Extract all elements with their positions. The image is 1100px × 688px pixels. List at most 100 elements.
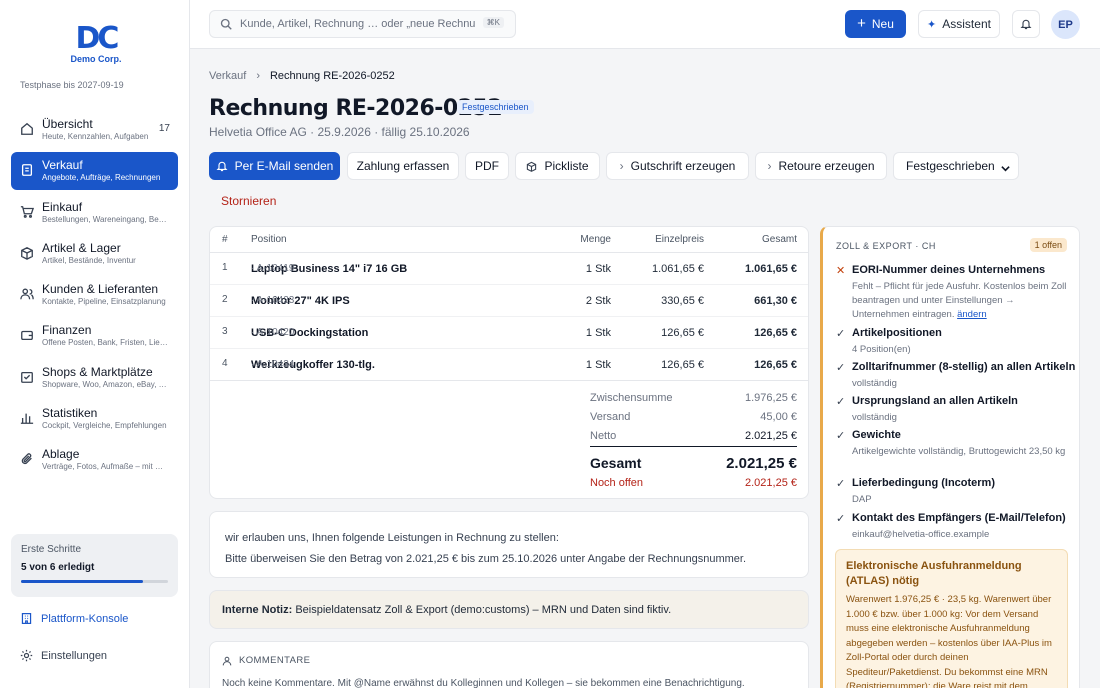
- search-input[interactable]: Kunde, Artikel, Rechnung … oder „neue Re…: [209, 10, 516, 38]
- sidebar-item-sub: Cockpit, Vergleiche, Empfehlungen: [42, 421, 167, 431]
- shipping-value: 45,00 €: [760, 411, 797, 423]
- steps-progress-fill: [21, 580, 143, 583]
- row-qty: 1 Stk: [585, 359, 611, 371]
- chevron-right-icon: ›: [256, 70, 260, 82]
- open-line: Noch offen 2.021,25 €: [590, 477, 797, 489]
- credit-note-button[interactable]: › Gutschrift erzeugen: [606, 152, 749, 180]
- store-icon: [21, 371, 33, 383]
- breadcrumb-parent[interactable]: Verkauf: [209, 70, 246, 82]
- send-email-button[interactable]: Per E-Mail senden: [209, 152, 340, 180]
- users-icon: [20, 288, 34, 300]
- cart-icon: [20, 205, 34, 218]
- sparkle-icon: ✦: [927, 18, 937, 31]
- notifications-button[interactable]: [1012, 10, 1040, 38]
- steps-progress-text: 5 von 6 erledigt: [21, 562, 95, 573]
- check-title: Kontakt des Empfängers (E-Mail/Telefon): [852, 512, 1066, 524]
- onboarding-steps[interactable]: Erste Schritte 5 von 6 erledigt: [11, 534, 178, 597]
- row-qty: 1 Stk: [585, 327, 611, 339]
- sidebar-item-label: Übersicht: [42, 117, 93, 131]
- check-icon: ✓: [836, 478, 846, 490]
- row-num: 1: [222, 262, 228, 273]
- new-button[interactable]: + Neu: [845, 10, 906, 38]
- shipping-line: Versand 45,00 €: [590, 411, 797, 423]
- sidebar-item-statistiken[interactable]: Statistiken Cockpit, Vergleiche, Empfehl…: [11, 400, 178, 438]
- sidebar-item-sub: Offene Posten, Bank, Fristen, Lieferante…: [42, 338, 168, 348]
- row-total: 1.061,65 €: [745, 263, 797, 275]
- comments-title: KOMMENTARE: [239, 655, 311, 666]
- sidebar-item-artikel-lager[interactable]: Artikel & Lager Artikel, Bestände, Inven…: [11, 235, 178, 273]
- settings-link[interactable]: Einstellungen: [20, 649, 107, 662]
- bell-icon: [216, 161, 228, 172]
- steps-progress-bar: [21, 580, 168, 583]
- check-desc: vollständig: [852, 412, 897, 423]
- trial-notice: Testphase bis 2027-09-19: [20, 80, 124, 90]
- company-logo[interactable]: DC Demo Corp.: [70, 21, 122, 65]
- count-badge: 17: [158, 123, 170, 134]
- assistant-button[interactable]: ✦ Assistent: [918, 10, 1000, 38]
- sidebar-item-ablage[interactable]: Ablage Verträge, Fotos, Aufmaße – mit Su…: [11, 441, 178, 479]
- sidebar-item-shops[interactable]: Shops & Marktplätze Shopware, Woo, Amazo…: [11, 359, 178, 397]
- box-icon: [527, 161, 537, 172]
- user-icon: [222, 656, 232, 665]
- breadcrumb: Verkauf › Rechnung RE-2026-0252: [209, 70, 395, 82]
- row-sku: · A-10420: [251, 327, 295, 338]
- new-button-label: Neu: [871, 17, 894, 31]
- check-desc: DAP: [852, 494, 872, 505]
- return-button[interactable]: › Retoure erzeugen: [755, 152, 887, 180]
- table-header: # Position Menge Einzelpreis Gesamt: [210, 227, 808, 253]
- sidebar-nav: Übersicht Heute, Kennzahlen, Aufgaben 17…: [11, 111, 178, 483]
- status-select[interactable]: Festgeschrieben: [893, 152, 1019, 180]
- table-row[interactable]: 2 Monitor 27" 4K IPS · A-10423 2 Stk 330…: [210, 285, 808, 317]
- sidebar-item-uebersicht[interactable]: Übersicht Heute, Kennzahlen, Aufgaben 17: [11, 111, 178, 149]
- return-label: Retoure erzeugen: [778, 159, 875, 173]
- check-icon: ✓: [836, 396, 846, 408]
- shipping-label: Versand: [590, 411, 631, 423]
- paperclip-icon: [21, 453, 32, 465]
- topbar: Kunde, Artikel, Rechnung … oder „neue Re…: [190, 0, 1100, 49]
- row-num: 2: [222, 294, 228, 305]
- record-payment-button[interactable]: Zahlung erfassen: [347, 152, 459, 180]
- sidebar-item-kunden[interactable]: Kunden & Lieferanten Kontakte, Pipeline,…: [11, 276, 178, 314]
- logo-mark: DC: [75, 21, 120, 56]
- table-row[interactable]: 4 Werkzeugkoffer 130-tlg. · A-10434 1 St…: [210, 349, 808, 381]
- cancel-invoice-link[interactable]: Stornieren: [221, 194, 276, 208]
- table-row[interactable]: 3 USB-C Dockingstation · A-10420 1 Stk 1…: [210, 317, 808, 349]
- send-email-label: Per E-Mail senden: [234, 159, 334, 173]
- row-num: 4: [222, 358, 228, 369]
- check-desc: vollständig: [852, 378, 897, 389]
- plus-icon: +: [857, 15, 866, 32]
- col-qty: Menge: [580, 234, 611, 245]
- check-desc: Artikelgewichte vollständig, Bruttogewic…: [852, 446, 1066, 457]
- sidebar-item-label: Einkauf: [42, 199, 83, 214]
- picklist-label: Pickliste: [544, 159, 589, 173]
- sidebar-item-einkauf[interactable]: Einkauf Bestellungen, Wareneingang, Bele…: [11, 194, 178, 232]
- avatar[interactable]: EP: [1051, 10, 1080, 39]
- status-select-value: Festgeschrieben: [906, 159, 995, 173]
- sidebar-item-sub: Kontakte, Pipeline, Einsatzplanung: [42, 297, 166, 307]
- sidebar-item-finanzen[interactable]: Finanzen Offene Posten, Bank, Fristen, L…: [11, 317, 178, 355]
- check-title: Gewichte: [852, 429, 901, 441]
- open-value: 2.021,25 €: [745, 477, 797, 489]
- row-unit-price: 126,65 €: [661, 359, 704, 371]
- sidebar-item-verkauf[interactable]: Verkauf Angebote, Aufträge, Rechnungen: [11, 152, 178, 191]
- cross-icon: ✕: [836, 265, 846, 277]
- internal-note-label: Interne Notiz:: [222, 604, 293, 616]
- open-label: Noch offen: [590, 477, 644, 489]
- row-num: 3: [222, 326, 228, 337]
- internal-note: Interne Notiz: Beispieldatensatz Zoll & …: [209, 590, 809, 629]
- search-icon: [220, 18, 232, 30]
- col-num: #: [222, 234, 228, 245]
- chevron-right-icon: ›: [767, 159, 772, 173]
- pdf-label: PDF: [475, 159, 499, 173]
- sidebar-item-sub: Verträge, Fotos, Aufmaße – mit Suche: [42, 462, 168, 472]
- change-link[interactable]: ändern: [957, 309, 987, 320]
- table-row[interactable]: 1 Laptop Business 14" i7 16 GB · A-10419…: [210, 253, 808, 285]
- net-label: Netto: [590, 430, 617, 442]
- box-icon: [21, 246, 33, 260]
- pdf-button[interactable]: PDF: [465, 152, 509, 180]
- picklist-button[interactable]: Pickliste: [515, 152, 600, 180]
- wallet-icon: [21, 331, 33, 341]
- sidebar-item-label: Statistiken: [42, 406, 98, 421]
- platform-console-link[interactable]: Plattform-Konsole: [20, 612, 128, 625]
- sidebar: DC Demo Corp. Testphase bis 2027-09-19 Ü…: [0, 0, 190, 688]
